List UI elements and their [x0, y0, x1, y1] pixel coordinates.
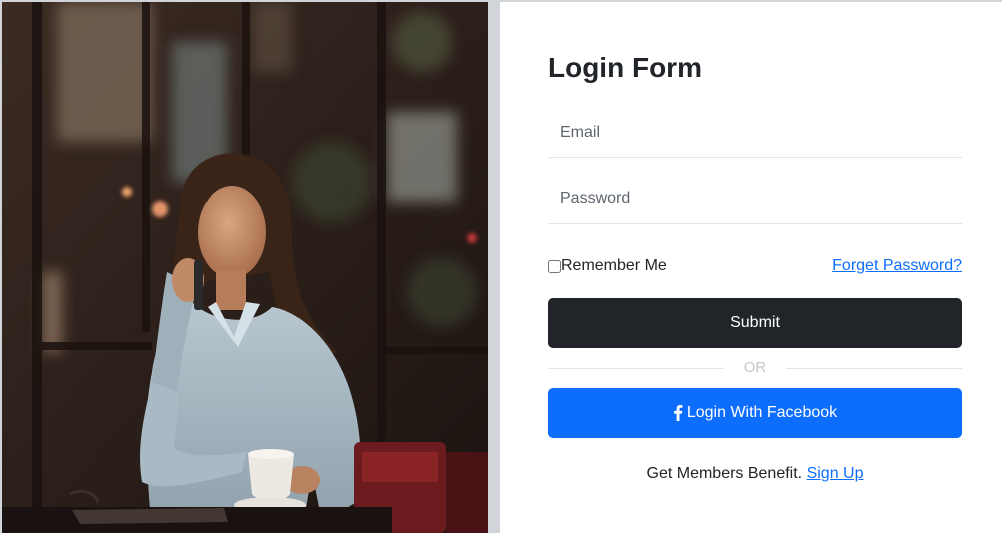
facebook-icon — [673, 405, 683, 421]
neck — [216, 270, 246, 310]
form-title: Login Form — [548, 52, 702, 83]
remember-row: Remember Me Forget Password? — [548, 254, 962, 278]
signup-prompt-text: Get Members Benefit. — [646, 465, 803, 482]
cup-rim — [248, 449, 294, 459]
login-panel: Login Form Remember Me Forget Password? … — [500, 2, 1002, 533]
divider-line-left — [548, 368, 724, 369]
submit-button[interactable]: Submit — [548, 298, 962, 348]
facebook-login-button[interactable]: Login With Facebook — [548, 388, 962, 438]
hero-photo-illustration — [2, 2, 488, 533]
coffee-cup — [248, 454, 294, 500]
facebook-login-label: Login With Facebook — [686, 404, 838, 421]
forgot-password-link[interactable]: Forget Password? — [832, 254, 962, 278]
password-field[interactable] — [548, 174, 962, 224]
divider-line-right — [786, 368, 962, 369]
login-form: Login Form Remember Me Forget Password? … — [548, 2, 962, 533]
email-field[interactable] — [548, 108, 962, 158]
hero-photo — [2, 2, 488, 533]
login-page: Login Form Remember Me Forget Password? … — [0, 0, 1002, 533]
signup-prompt: Get Members Benefit. Sign Up — [548, 462, 962, 486]
tablet-on-table — [72, 508, 228, 524]
divider-text: OR — [743, 359, 767, 376]
phone — [194, 260, 203, 310]
remember-me-label: Remember Me — [561, 257, 667, 274]
or-divider: OR — [548, 358, 962, 378]
remember-me[interactable]: Remember Me — [548, 254, 667, 278]
signup-link[interactable]: Sign Up — [807, 465, 864, 482]
remember-me-checkbox[interactable] — [548, 259, 561, 273]
